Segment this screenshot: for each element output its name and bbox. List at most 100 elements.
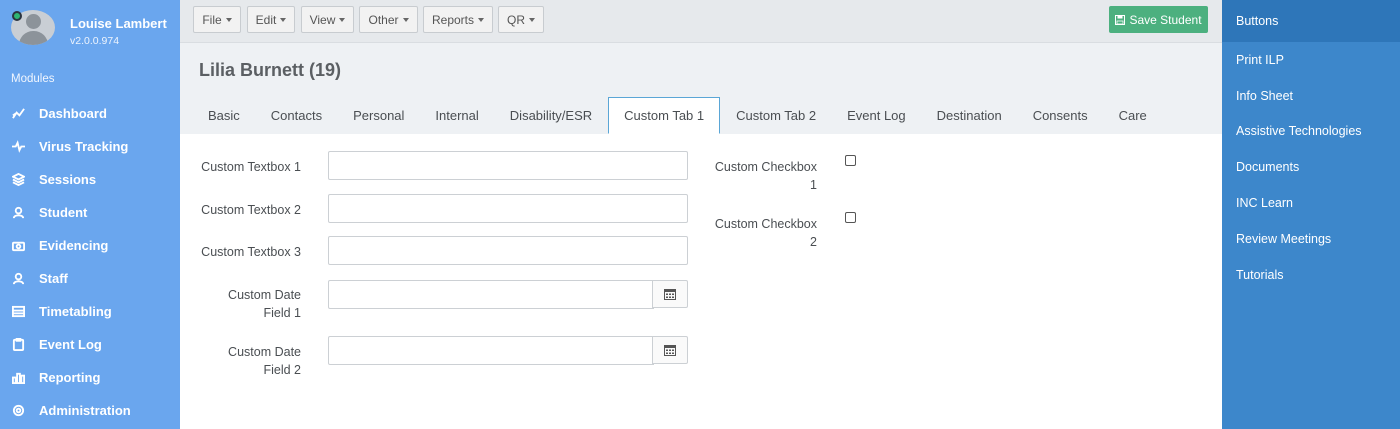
save-student-label: Save Student bbox=[1129, 12, 1202, 27]
right-sidebar: Buttons Print ILP Info Sheet Assistive T… bbox=[1222, 0, 1400, 429]
layers-icon bbox=[11, 173, 25, 187]
nav-item-evidencing[interactable]: Evidencing bbox=[0, 229, 180, 262]
nav-item-label: Timetabling bbox=[39, 304, 112, 319]
user-icon bbox=[11, 206, 25, 220]
nav-item-label: Student bbox=[39, 205, 88, 220]
table-icon bbox=[11, 305, 25, 319]
tab-bar: Basic Contacts Personal Internal Disabil… bbox=[193, 97, 1163, 134]
custom-date-field-1-input[interactable] bbox=[328, 280, 654, 309]
info-sheet-link[interactable]: Info Sheet bbox=[1222, 78, 1400, 114]
tab-label: Contacts bbox=[270, 108, 323, 123]
label-line: Custom Date bbox=[228, 288, 301, 302]
label-line: Custom Checkbox bbox=[714, 160, 817, 174]
nav-item-student[interactable]: Student bbox=[0, 196, 180, 229]
tab-event-log[interactable]: Event Log bbox=[832, 97, 921, 134]
custom-checkbox-2[interactable] bbox=[845, 212, 856, 223]
nav-item-administration[interactable]: Administration bbox=[0, 394, 180, 427]
tab-disability-esr[interactable]: Disability/ESR bbox=[495, 97, 607, 134]
calendar-icon bbox=[664, 289, 676, 300]
custom-textbox-1-input[interactable] bbox=[328, 151, 688, 180]
nav-item-virus-tracking[interactable]: Virus Tracking bbox=[0, 130, 180, 163]
user-block: Louise Lambert v2.0.0.974 bbox=[0, 0, 180, 58]
save-student-button[interactable]: Save Student bbox=[1109, 6, 1208, 33]
nav-item-staff[interactable]: Staff bbox=[0, 262, 180, 295]
edit-menu-button[interactable]: Edit bbox=[247, 6, 295, 33]
tab-label: Disability/ESR bbox=[509, 108, 593, 123]
custom-textbox-2-input[interactable] bbox=[328, 194, 688, 223]
custom-tab-1-form: Custom Textbox 1 Custom Textbox 2 Custom… bbox=[180, 134, 1222, 429]
caret-down-icon bbox=[280, 18, 287, 22]
tab-label: Event Log bbox=[847, 108, 906, 123]
reports-menu-button[interactable]: Reports bbox=[423, 6, 493, 33]
label-line: 1 bbox=[810, 178, 817, 192]
nav-item-label: Evidencing bbox=[39, 238, 109, 253]
custom-textbox-2-label: Custom Textbox 2 bbox=[201, 203, 301, 217]
nav-item-dashboard[interactable]: Dashboard bbox=[0, 97, 180, 130]
menu-label: View bbox=[309, 12, 336, 27]
modules-heading: Modules bbox=[11, 73, 55, 85]
menu-label: Other bbox=[368, 12, 399, 27]
tab-internal[interactable]: Internal bbox=[420, 97, 493, 134]
custom-textbox-3-label: Custom Textbox 3 bbox=[201, 245, 301, 259]
menu-label: File bbox=[202, 12, 222, 27]
tab-contacts[interactable]: Contacts bbox=[256, 97, 337, 134]
custom-checkbox-1-label: Custom Checkbox 1 bbox=[710, 158, 817, 194]
chart-line-icon bbox=[11, 107, 25, 121]
other-menu-button[interactable]: Other bbox=[359, 6, 418, 33]
tab-personal[interactable]: Personal bbox=[338, 97, 419, 134]
label-line: Field 1 bbox=[263, 306, 301, 320]
qr-menu-button[interactable]: QR bbox=[498, 6, 544, 33]
assistive-technologies-link[interactable]: Assistive Technologies bbox=[1222, 114, 1400, 150]
print-ilp-link[interactable]: Print ILP bbox=[1222, 42, 1400, 78]
buttons-list: Print ILP Info Sheet Assistive Technolog… bbox=[1222, 42, 1400, 293]
tab-care[interactable]: Care bbox=[1104, 97, 1162, 134]
date-picker-1-button[interactable] bbox=[652, 280, 688, 308]
tab-consents[interactable]: Consents bbox=[1018, 97, 1103, 134]
nav-item-sessions[interactable]: Sessions bbox=[0, 163, 180, 196]
custom-date-field-2-input[interactable] bbox=[328, 336, 654, 365]
nav-item-label: Sessions bbox=[39, 172, 97, 187]
inc-learn-link[interactable]: INC Learn bbox=[1222, 185, 1400, 221]
caret-down-icon bbox=[529, 18, 535, 22]
nav-item-label: Administration bbox=[39, 403, 131, 418]
documents-link[interactable]: Documents bbox=[1222, 149, 1400, 185]
label-line: Custom Checkbox bbox=[714, 217, 817, 231]
caret-down-icon bbox=[225, 18, 232, 22]
label-line: 2 bbox=[810, 235, 817, 249]
menu-label: Reports bbox=[431, 12, 475, 27]
caret-down-icon bbox=[402, 18, 409, 22]
user-name[interactable]: Louise Lambert bbox=[70, 16, 167, 31]
tab-basic[interactable]: Basic bbox=[193, 97, 255, 134]
tab-label: Internal bbox=[435, 108, 479, 123]
nav-item-reporting[interactable]: Reporting bbox=[0, 361, 180, 394]
custom-date-field-1-label: Custom Date Field 1 bbox=[200, 286, 301, 322]
tab-custom-tab-2[interactable]: Custom Tab 2 bbox=[721, 97, 831, 134]
nav-item-label: Staff bbox=[39, 271, 68, 286]
file-menu-button[interactable]: File bbox=[193, 6, 241, 33]
online-status-icon bbox=[12, 11, 22, 21]
tab-custom-tab-1[interactable]: Custom Tab 1 bbox=[608, 97, 721, 134]
tab-label: Care bbox=[1118, 108, 1147, 123]
tab-label: Custom Tab 1 bbox=[624, 108, 705, 123]
gear-icon bbox=[11, 404, 25, 418]
review-meetings-link[interactable]: Review Meetings bbox=[1222, 221, 1400, 257]
tab-destination[interactable]: Destination bbox=[922, 97, 1017, 134]
tutorials-link[interactable]: Tutorials bbox=[1222, 257, 1400, 293]
heartbeat-icon bbox=[11, 140, 25, 154]
view-menu-button[interactable]: View bbox=[301, 6, 354, 33]
tab-label: Consents bbox=[1032, 108, 1088, 123]
label-line: Field 2 bbox=[263, 363, 301, 377]
nav-item-event-log[interactable]: Event Log bbox=[0, 328, 180, 361]
nav-item-label: Dashboard bbox=[39, 106, 107, 121]
calendar-icon bbox=[664, 345, 676, 356]
page-title: Lilia Burnett (19) bbox=[199, 60, 342, 80]
camera-icon bbox=[11, 239, 25, 253]
date-picker-2-button[interactable] bbox=[652, 336, 688, 364]
custom-checkbox-1[interactable] bbox=[845, 155, 856, 166]
user-icon bbox=[11, 272, 25, 286]
nav-item-timetabling[interactable]: Timetabling bbox=[0, 295, 180, 328]
nav-item-label: Virus Tracking bbox=[39, 139, 129, 154]
custom-textbox-3-input[interactable] bbox=[328, 236, 688, 265]
bar-chart-icon bbox=[11, 371, 25, 385]
tab-label: Custom Tab 2 bbox=[736, 108, 817, 123]
